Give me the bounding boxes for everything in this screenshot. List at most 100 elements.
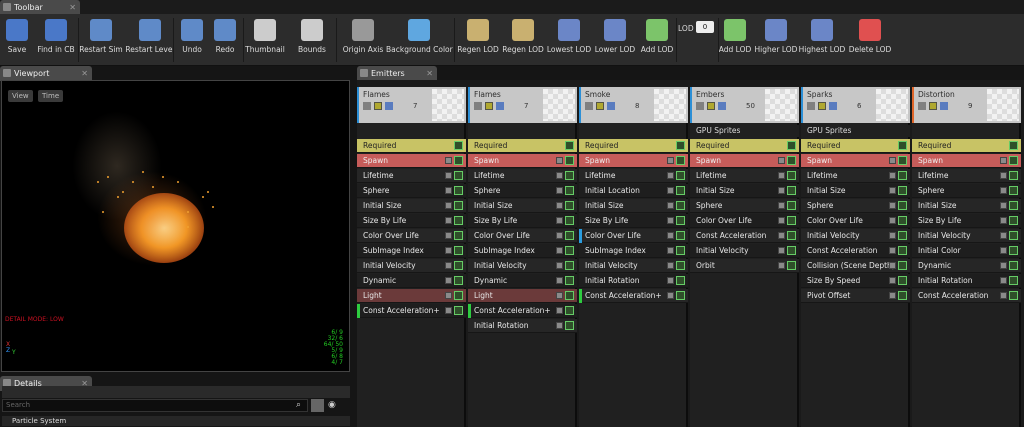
module-enable-checkbox[interactable] — [889, 217, 896, 224]
module-row[interactable]: Color Over Life — [468, 229, 577, 243]
enable-checkbox-icon[interactable] — [363, 102, 371, 110]
curve-editor-icon[interactable] — [1009, 156, 1018, 165]
module-row[interactable]: Lifetime — [912, 169, 1021, 183]
lod-value-field[interactable]: 0 — [696, 21, 714, 33]
curve-editor-icon[interactable] — [787, 201, 796, 210]
emitter-header[interactable]: Distortion 9 — [912, 87, 1021, 123]
emitter-header[interactable]: Smoke 8 — [579, 87, 688, 123]
curve-editor-icon[interactable] — [898, 246, 907, 255]
module-row[interactable]: Initial Size — [579, 199, 688, 213]
undo-button[interactable]: Undo — [176, 17, 208, 63]
module-enable-checkbox[interactable] — [667, 217, 674, 224]
module-row[interactable]: Initial Color — [912, 244, 1021, 258]
module-row[interactable]: Dynamic — [468, 274, 577, 288]
curve-editor-icon[interactable] — [787, 246, 796, 255]
module-enable-checkbox[interactable] — [667, 157, 674, 164]
time-button[interactable]: Time — [38, 90, 64, 102]
module-row[interactable]: Const Acceleration+ — [357, 304, 466, 318]
module-enable-checkbox[interactable] — [778, 172, 785, 179]
curve-editor-icon[interactable] — [454, 171, 463, 180]
module-enable-checkbox[interactable] — [556, 307, 563, 314]
module-row[interactable]: Size By Life — [468, 214, 577, 228]
module-row[interactable]: Sphere — [690, 199, 799, 213]
module-row[interactable]: Initial Velocity — [912, 229, 1021, 243]
module-enable-checkbox[interactable] — [889, 292, 896, 299]
render-mode-icon[interactable] — [940, 102, 948, 110]
module-row[interactable]: Dynamic — [912, 259, 1021, 273]
curve-editor-icon[interactable] — [676, 141, 685, 150]
curve-editor-icon[interactable] — [787, 156, 796, 165]
module-enable-checkbox[interactable] — [667, 187, 674, 194]
solo-icon[interactable] — [818, 102, 826, 110]
module-enable-checkbox[interactable] — [556, 232, 563, 239]
module-enable-checkbox[interactable] — [556, 217, 563, 224]
close-icon[interactable]: ✕ — [426, 66, 433, 81]
curve-editor-icon[interactable] — [898, 141, 907, 150]
curve-editor-icon[interactable] — [787, 216, 796, 225]
module-row[interactable]: Initial Rotation — [579, 274, 688, 288]
emitter-column[interactable]: Smoke 8 Required Spawn Lifetime Initial Locat… — [579, 87, 688, 427]
curve-editor-icon[interactable] — [565, 171, 574, 180]
module-row[interactable]: Initial Velocity — [579, 259, 688, 273]
emitter-column[interactable]: Distortion 9 Required Spawn Lifetime Sphere In… — [912, 87, 1021, 427]
module-enable-checkbox[interactable] — [889, 247, 896, 254]
curve-editor-icon[interactable] — [1009, 276, 1018, 285]
module-enable-checkbox[interactable] — [445, 187, 452, 194]
module-enable-checkbox[interactable] — [556, 187, 563, 194]
curve-editor-icon[interactable] — [454, 291, 463, 300]
module-row[interactable]: Color Over Life — [579, 229, 688, 243]
curve-editor-icon[interactable] — [676, 171, 685, 180]
module-row[interactable]: Size By Speed — [801, 274, 910, 288]
module-row[interactable]: SubImage Index — [579, 244, 688, 258]
redo-button[interactable]: Redo — [208, 17, 242, 63]
module-enable-checkbox[interactable] — [1000, 157, 1007, 164]
module-enable-checkbox[interactable] — [1000, 202, 1007, 209]
module-enable-checkbox[interactable] — [667, 202, 674, 209]
module-row[interactable]: Initial Velocity — [468, 259, 577, 273]
module-row[interactable]: Lifetime — [690, 169, 799, 183]
module-row[interactable]: Dynamic — [357, 274, 466, 288]
module-row[interactable]: Const Acceleration+ — [579, 289, 688, 303]
search-icon[interactable]: ⌕ — [296, 400, 301, 410]
module-row[interactable]: Lifetime — [801, 169, 910, 183]
module-enable-checkbox[interactable] — [556, 247, 563, 254]
render-mode-icon[interactable] — [607, 102, 615, 110]
curve-editor-icon[interactable] — [676, 246, 685, 255]
module-enable-checkbox[interactable] — [1000, 292, 1007, 299]
module-row[interactable]: Lifetime — [579, 169, 688, 183]
module-row[interactable]: Collision (Scene Depth) — [801, 259, 910, 273]
emitter-column[interactable]: Flames 7 Required Spawn Lifetime Sphere Initia… — [468, 87, 577, 427]
emitters-tab[interactable]: Emitters ✕ — [357, 66, 437, 81]
restart-sim-button[interactable]: Restart Sim — [79, 17, 123, 63]
add-lod-before-button[interactable]: Add LOD — [638, 17, 676, 63]
module-row[interactable]: Initial Velocity — [801, 229, 910, 243]
curve-editor-icon[interactable] — [787, 186, 796, 195]
curve-editor-icon[interactable] — [565, 231, 574, 240]
curve-editor-icon[interactable] — [565, 306, 574, 315]
module-row[interactable]: Sphere — [801, 199, 910, 213]
module-row[interactable]: Spawn — [690, 154, 799, 168]
curve-editor-icon[interactable] — [454, 201, 463, 210]
module-enable-checkbox[interactable] — [556, 202, 563, 209]
curve-editor-icon[interactable] — [1009, 291, 1018, 300]
curve-editor-icon[interactable] — [898, 276, 907, 285]
thumbnail-button[interactable]: Thumbnail — [243, 17, 287, 63]
eye-icon[interactable]: ◉ — [328, 400, 336, 410]
emitter-header[interactable]: Embers 50 — [690, 87, 799, 123]
module-row[interactable]: Spawn — [468, 154, 577, 168]
module-enable-checkbox[interactable] — [1000, 262, 1007, 269]
module-row[interactable]: Light — [468, 289, 577, 303]
emitter-column[interactable]: Sparks 6 GPU Sprites Required Spawn Lifetime I… — [801, 87, 910, 427]
module-row[interactable]: Spawn — [801, 154, 910, 168]
curve-editor-icon[interactable] — [1009, 231, 1018, 240]
module-enable-checkbox[interactable] — [445, 292, 452, 299]
curve-editor-icon[interactable] — [454, 156, 463, 165]
curve-editor-icon[interactable] — [565, 276, 574, 285]
curve-editor-icon[interactable] — [565, 291, 574, 300]
emitter-header[interactable]: Flames 7 — [468, 87, 577, 123]
solo-icon[interactable] — [929, 102, 937, 110]
curve-editor-icon[interactable] — [1009, 246, 1018, 255]
curve-editor-icon[interactable] — [898, 261, 907, 270]
lower-lod-button[interactable]: Lower LOD — [592, 17, 638, 63]
curve-editor-icon[interactable] — [454, 246, 463, 255]
